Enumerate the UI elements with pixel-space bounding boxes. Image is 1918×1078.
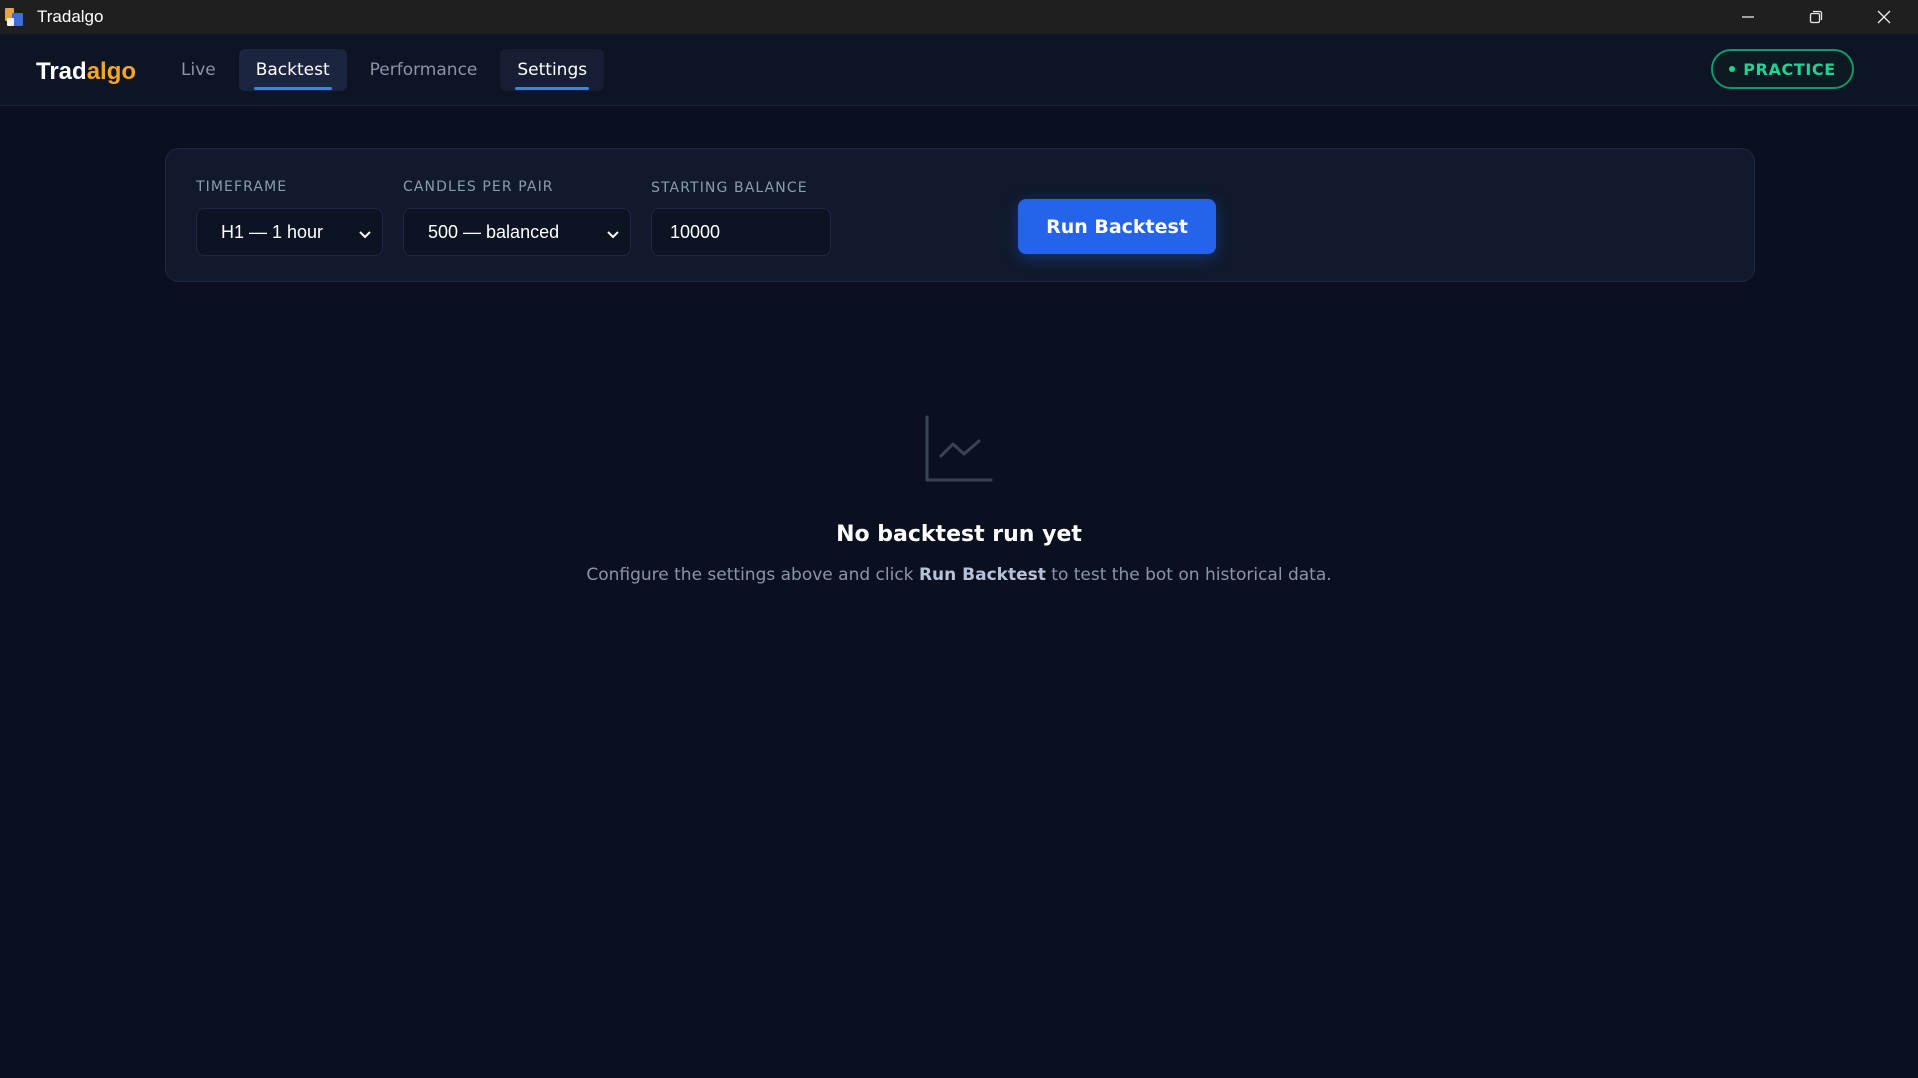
tab-label: Live bbox=[181, 60, 216, 80]
restore-icon bbox=[1809, 10, 1823, 24]
brand-name-part2: algo bbox=[86, 58, 137, 85]
candles-per-pair-select[interactable]: 500 — balanced bbox=[403, 208, 631, 256]
empty-state-text-after: to test the bot on historical data. bbox=[1045, 565, 1332, 585]
tab-label: Settings bbox=[517, 60, 588, 80]
main-nav: Live Backtest Performance Settings bbox=[164, 49, 610, 91]
empty-state-text-before: Configure the settings above and click bbox=[586, 565, 919, 585]
active-tab-indicator bbox=[253, 87, 332, 90]
tab-live[interactable]: Live bbox=[164, 49, 233, 91]
empty-state-description: Configure the settings above and click R… bbox=[0, 565, 1918, 585]
tab-settings[interactable]: Settings bbox=[500, 49, 605, 91]
close-button[interactable] bbox=[1850, 0, 1918, 34]
empty-state-title: No backtest run yet bbox=[836, 522, 1082, 547]
minimize-icon bbox=[1742, 16, 1754, 18]
tab-backtest[interactable]: Backtest bbox=[238, 49, 347, 91]
timeframe-label: TIMEFRAME bbox=[196, 179, 288, 195]
restore-button[interactable] bbox=[1782, 0, 1850, 34]
starting-balance-input[interactable]: 10000 bbox=[651, 208, 831, 256]
backtest-config-panel: TIMEFRAME H1 — 1 hour CANDLES PER PAIR 5… bbox=[165, 148, 1755, 282]
candles-per-pair-value: 500 — balanced bbox=[428, 221, 560, 242]
tab-label: Backtest bbox=[255, 60, 330, 80]
empty-state-run-backtest-ref: Run Backtest bbox=[918, 565, 1046, 585]
starting-balance-value: 10000 bbox=[670, 221, 721, 242]
timeframe-select[interactable]: H1 — 1 hour bbox=[196, 208, 383, 256]
brand-name-part1: Trad bbox=[36, 58, 87, 85]
minimize-button[interactable] bbox=[1714, 0, 1782, 34]
brand-logo[interactable]: Tradalgo bbox=[36, 58, 136, 86]
starting-balance-label: STARTING BALANCE bbox=[651, 180, 808, 196]
chevron-down-icon bbox=[358, 226, 372, 247]
hover-tab-indicator bbox=[515, 87, 590, 90]
app-header: Tradalgo Live Backtest Performance Setti… bbox=[0, 34, 1918, 106]
line-chart-icon bbox=[924, 414, 994, 488]
candles-per-pair-label: CANDLES PER PAIR bbox=[403, 179, 554, 195]
window-controls bbox=[1714, 0, 1918, 34]
status-dot-icon bbox=[1729, 66, 1736, 72]
practice-mode-badge[interactable]: PRACTICE bbox=[1711, 49, 1854, 89]
practice-badge-label: PRACTICE bbox=[1743, 59, 1836, 79]
tab-label: Performance bbox=[369, 60, 478, 80]
window-titlebar: Tradalgo bbox=[0, 0, 1918, 34]
run-backtest-button[interactable]: Run Backtest bbox=[1018, 199, 1216, 254]
chevron-down-icon bbox=[606, 226, 620, 247]
window-title: Tradalgo bbox=[37, 7, 104, 26]
app-icon bbox=[3, 6, 25, 28]
close-icon bbox=[1877, 10, 1891, 24]
tab-performance[interactable]: Performance bbox=[353, 49, 495, 91]
timeframe-value: H1 — 1 hour bbox=[221, 221, 324, 242]
